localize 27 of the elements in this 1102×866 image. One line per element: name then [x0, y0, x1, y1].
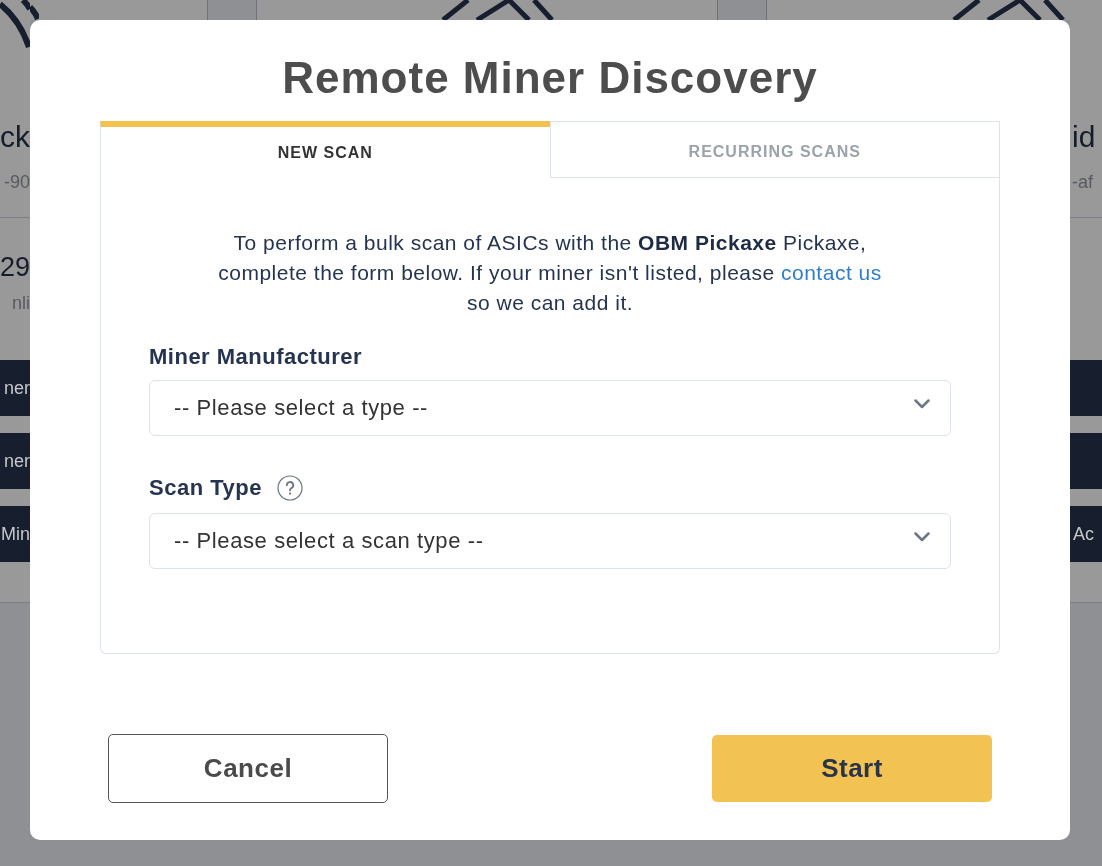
select-field[interactable]: -- Please select a type -- — [149, 380, 951, 436]
stat-value: 29 — [0, 251, 30, 283]
card-button[interactable] — [1070, 433, 1102, 489]
primary-button[interactable]: Start — [712, 735, 992, 802]
card-title: ck — [0, 120, 30, 154]
contact-link[interactable]: contact us — [781, 261, 882, 284]
card-subtitle: -af — [1072, 171, 1093, 193]
tab[interactable]: NEW SCAN — [100, 121, 550, 178]
field-label: Scan Type — [149, 474, 262, 502]
chevron-down-icon — [914, 532, 930, 542]
field-label: Miner Manufacturer — [149, 343, 363, 371]
card-button[interactable]: ner — [0, 433, 30, 489]
card-button[interactable]: Ac — [1070, 506, 1102, 562]
secondary-button[interactable]: Cancel — [108, 734, 388, 803]
card-button[interactable] — [1070, 360, 1102, 416]
card-subtitle: -90 — [4, 171, 30, 193]
stat-label: nli — [12, 292, 30, 314]
intro-text: To perform a bulk scan of ASICs with the OBM Pickaxe Pickaxe, complete the form below. If your miner isn't listed, please contact us so we can add it. — [217, 230, 883, 316]
card-title: id — [1072, 120, 1096, 154]
peak-logo-icon — [441, 0, 554, 20]
help-icon[interactable] — [276, 475, 303, 501]
dialog-title: Remote Miner Discovery — [281, 52, 819, 104]
card-button[interactable]: ner — [0, 360, 30, 416]
select-field[interactable]: -- Please select a scan type -- — [149, 513, 951, 569]
card-button[interactable]: Min — [0, 506, 30, 562]
peak-logo-icon — [952, 0, 1065, 20]
chevron-down-icon — [914, 399, 930, 409]
